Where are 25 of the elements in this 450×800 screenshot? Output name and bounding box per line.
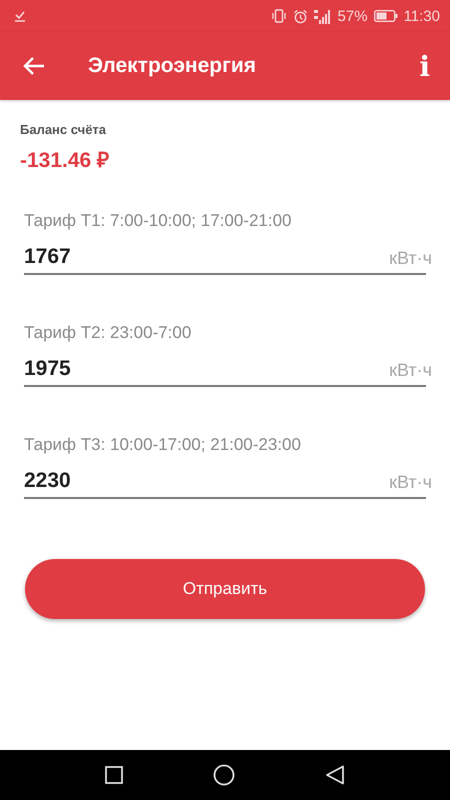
back-nav-button[interactable]	[325, 765, 345, 785]
unit-label: кВт·ч	[389, 360, 432, 381]
balance-amount: -131.46 ₽	[20, 148, 110, 173]
reading-field[interactable]: 1767	[24, 245, 384, 269]
status-time: 11:30	[404, 8, 440, 24]
unit-label: кВт·ч	[389, 472, 432, 493]
home-button[interactable]	[213, 764, 235, 786]
info-button[interactable]: i	[413, 50, 436, 82]
alarm-icon	[292, 8, 308, 24]
recents-button[interactable]	[105, 766, 123, 784]
reading-field[interactable]: 1975	[24, 357, 384, 381]
submit-button[interactable]: Отправить	[25, 559, 425, 619]
tariff-label: Тариф Т1: 7:00-10:00; 17:00-21:00	[24, 211, 292, 231]
vibrate-icon	[270, 8, 287, 24]
balance-label: Баланс счёта	[20, 122, 106, 137]
download-done-icon	[14, 10, 26, 22]
back-button[interactable]	[22, 56, 46, 76]
signal-icon	[314, 8, 332, 24]
screen-title: Электроэнергия	[88, 54, 258, 78]
reading-field[interactable]: 2230	[24, 469, 384, 493]
tariff-label: Тариф Т3: 10:00-17:00; 21:00-23:00	[24, 435, 301, 455]
tariff-label: Тариф Т2: 23:00-7:00	[24, 323, 192, 343]
battery-percent: 57%	[338, 8, 368, 24]
unit-label: кВт·ч	[389, 248, 432, 269]
battery-icon	[374, 10, 398, 22]
